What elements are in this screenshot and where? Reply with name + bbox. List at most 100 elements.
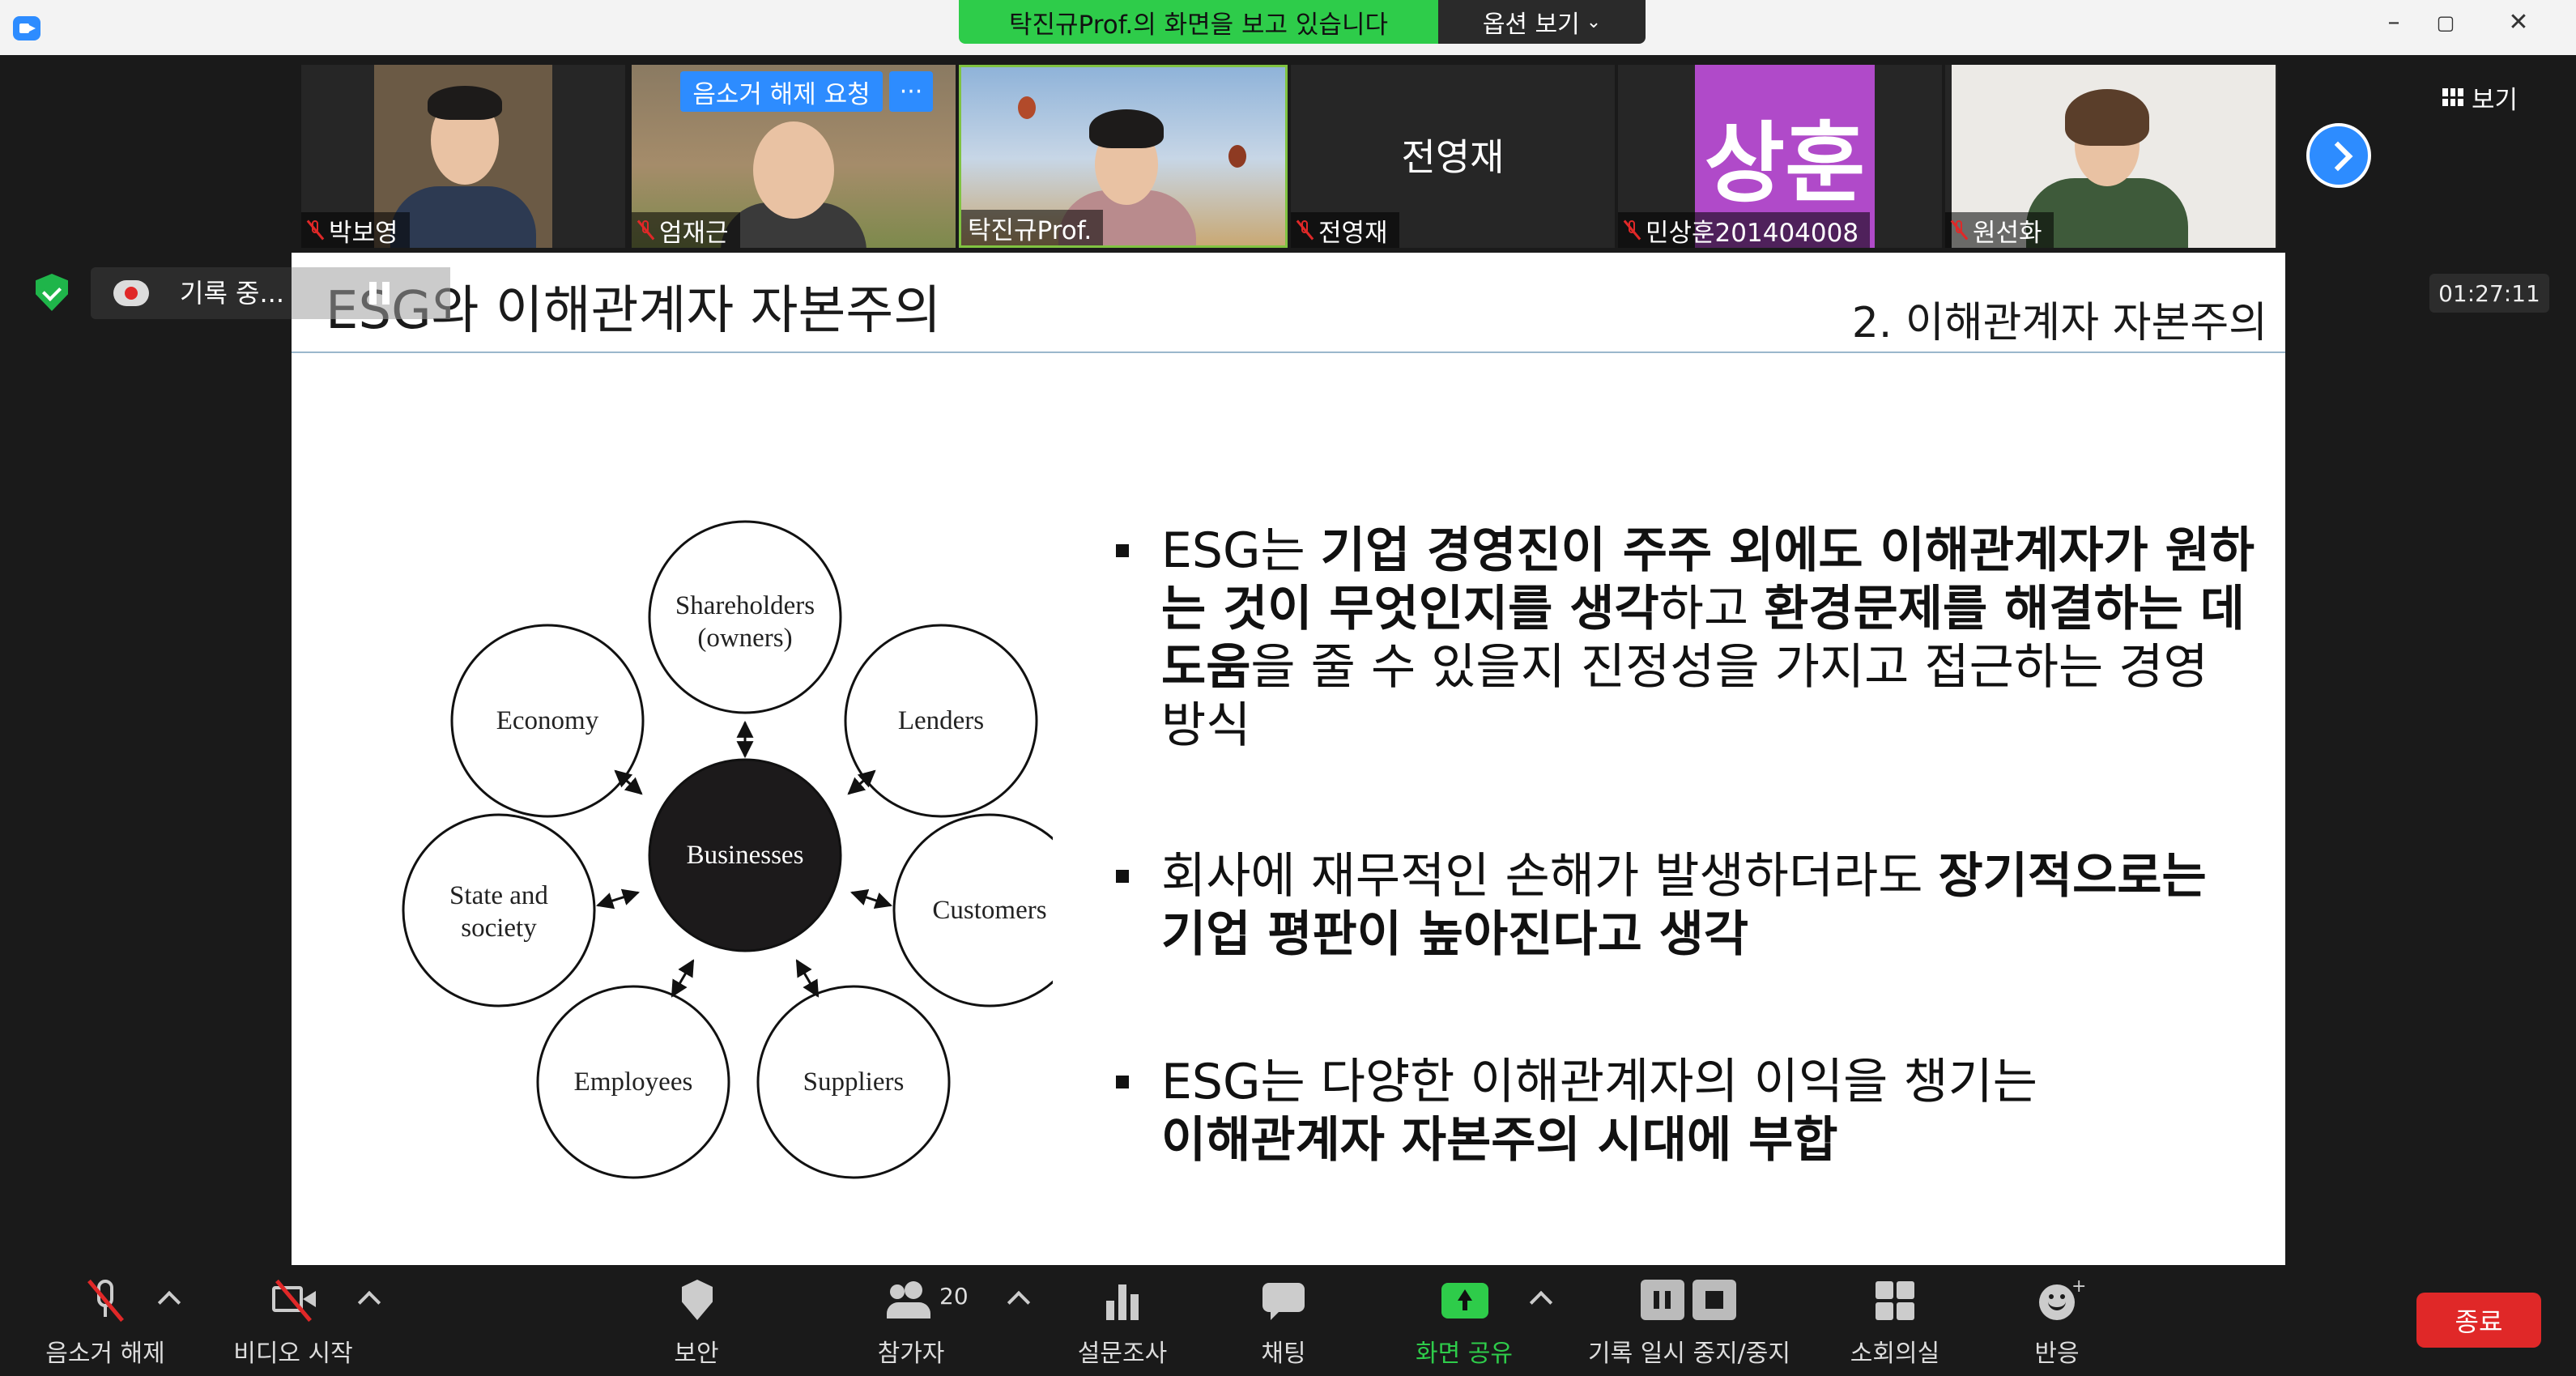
participant-tile[interactable]: 원선화	[1945, 65, 2277, 248]
recording-pause-overlay[interactable]	[292, 267, 450, 319]
recording-label: 기록 중...	[180, 278, 285, 309]
view-options-label: 옵션 보기	[1482, 11, 1580, 39]
bullet-3: ESG는 다양한 이해관계자의 이익을 챙기는 이해관계자 자본주의 시대에 부…	[1116, 1053, 2266, 1169]
video-hair	[2065, 89, 2149, 146]
share-banner-text: 탁진규Prof.의 화면을 보고 있습니다	[1008, 10, 1388, 40]
share-screen-icon	[1440, 1278, 1488, 1323]
mic-muted-icon	[1297, 219, 1312, 241]
mic-muted-icon	[638, 219, 653, 241]
reactions-button[interactable]: + 반응	[2008, 1276, 2106, 1369]
bullet-marker	[1116, 870, 1129, 883]
label-lenders: Lenders	[898, 706, 984, 735]
participant-name: 엄재근	[659, 218, 729, 248]
view-options-button[interactable]: 옵션 보기 ⌄	[1438, 0, 1646, 44]
breakout-rooms-icon	[1871, 1278, 1919, 1323]
pause-stop-icon	[1639, 1278, 1739, 1323]
end-meeting-button[interactable]: 종료	[2416, 1293, 2541, 1348]
polls-button[interactable]: 설문조사	[1066, 1278, 1179, 1369]
label-shareholders: Shareholders	[675, 591, 815, 620]
pause-icon-bar	[382, 282, 390, 305]
video-face	[753, 121, 834, 219]
participant-tile[interactable]: 상훈 민상훈201404008	[1618, 65, 1942, 248]
minimize-button[interactable]: –	[2368, 5, 2420, 40]
bullet-2: 회사에 재무적인 손해가 발생하더라도 장기적으로는 기업 평판이 높아진다고 …	[1116, 847, 2266, 964]
bullet-marker	[1116, 544, 1129, 557]
participants-label: 참가자	[877, 1340, 945, 1368]
video-person	[390, 186, 536, 248]
mic-muted-icon	[1952, 219, 1966, 241]
balloon-shape	[1018, 96, 1036, 119]
bullet-text: ESG는 기업 경영진이 주주 외에도 이해관계자가 원하는 것이 무엇인지를 …	[1161, 522, 2255, 754]
participant-name: 민상훈201404008	[1646, 218, 1859, 248]
chat-label: 채팅	[1261, 1340, 1306, 1368]
chat-bubble-icon	[1259, 1278, 1308, 1323]
security-button[interactable]: 보안	[648, 1278, 745, 1369]
participant-tile-active-speaker[interactable]: 탁진규Prof.	[959, 65, 1288, 248]
breakout-rooms-button[interactable]: 소회의실	[1838, 1278, 1952, 1369]
participant-name: 탁진규Prof.	[968, 215, 1092, 245]
view-layout-button[interactable]: 보기	[2442, 78, 2546, 117]
participant-tile[interactable]: 음소거 해제 요청 ··· 엄재근	[632, 65, 956, 248]
share-screen-button[interactable]: 화면 공유	[1407, 1278, 1521, 1369]
participant-placeholder-name: 전영재	[1401, 135, 1505, 179]
node-state-society	[402, 813, 596, 1008]
participant-name: 원선화	[1973, 218, 2042, 248]
participant-tile[interactable]: 박보영	[301, 65, 625, 248]
video-hair	[428, 86, 502, 120]
participants-icon	[887, 1278, 935, 1323]
close-icon: ✕	[2508, 8, 2529, 36]
zoom-app-icon	[13, 16, 40, 40]
start-video-button[interactable]: 비디오 시작	[220, 1278, 366, 1369]
unmute-request-label: 음소거 해제 요청	[692, 79, 871, 109]
unmute-request-badge[interactable]: 음소거 해제 요청	[680, 71, 883, 112]
chat-button[interactable]: 채팅	[1239, 1278, 1328, 1369]
arrow-state-society	[595, 888, 641, 910]
pause-icon	[369, 282, 377, 305]
maximize-button[interactable]: ▢	[2420, 5, 2472, 40]
reactions-label: 반응	[2034, 1340, 2080, 1368]
participant-name-tag: 박보영	[301, 212, 410, 248]
mic-muted-icon	[308, 219, 322, 241]
view-layout-label: 보기	[2472, 85, 2519, 115]
emoji-plus-icon: +	[2033, 1276, 2086, 1323]
recording-controls-label: 기록 일시 중지/중지	[1588, 1340, 1790, 1368]
slide-divider	[292, 351, 2285, 353]
bullet-text: ESG는 다양한 이해관계자의 이익을 챙기는 이해관계자 자본주의 시대에 부…	[1161, 1054, 2037, 1169]
video-off-icon	[269, 1278, 317, 1323]
label-society: society	[461, 914, 537, 943]
arrow-employees	[671, 959, 695, 998]
label-state-and: State and	[449, 881, 548, 910]
stakeholder-diagram: Shareholders (owners) Lenders Customers …	[402, 520, 1053, 1179]
label-employees: Employees	[574, 1067, 693, 1097]
avatar-initials: 상훈	[1704, 113, 1866, 215]
bullet-1: ESG는 기업 경영진이 주주 외에도 이해관계자가 원하는 것이 무엇인지를 …	[1116, 522, 2266, 755]
bar-chart-icon	[1098, 1278, 1147, 1323]
participant-name-tag: 엄재근	[632, 212, 740, 248]
arrow-suppliers	[795, 959, 820, 998]
label-customers: Customers	[932, 896, 1046, 925]
balloon-shape	[1228, 145, 1246, 168]
encryption-shield-icon[interactable]	[36, 274, 68, 311]
security-label: 보안	[674, 1340, 719, 1368]
security-shield-icon	[672, 1278, 721, 1323]
participant-name-tag: 전영재	[1291, 212, 1399, 248]
more-icon: ···	[899, 77, 923, 106]
participant-name-tag: 원선화	[1945, 212, 2054, 248]
breakout-rooms-label: 소회의실	[1850, 1340, 1940, 1368]
recording-controls-button[interactable]: 기록 일시 중지/중지	[1579, 1278, 1799, 1369]
cloud-recording-icon	[113, 280, 149, 306]
bullet-text: 회사에 재무적인 손해가 발생하더라도 장기적으로는 기업 평판이 높아진다고 …	[1161, 848, 2207, 963]
unmute-button[interactable]: 음소거 해제	[32, 1278, 178, 1369]
participant-tile[interactable]: 전영재 전영재	[1291, 65, 1615, 248]
end-meeting-label: 종료	[2455, 1306, 2503, 1337]
label-owners: (owners)	[697, 624, 792, 653]
unmute-label: 음소거 해제	[45, 1340, 165, 1368]
label-businesses: Businesses	[687, 841, 804, 870]
more-options-button[interactable]: ···	[889, 71, 933, 112]
close-button[interactable]: ✕	[2493, 5, 2544, 40]
participant-name: 전영재	[1318, 218, 1388, 248]
participant-name: 박보영	[329, 218, 398, 248]
next-page-arrow-button[interactable]	[2306, 123, 2371, 188]
mic-muted-icon	[81, 1278, 130, 1323]
participant-count: 20	[939, 1283, 969, 1310]
